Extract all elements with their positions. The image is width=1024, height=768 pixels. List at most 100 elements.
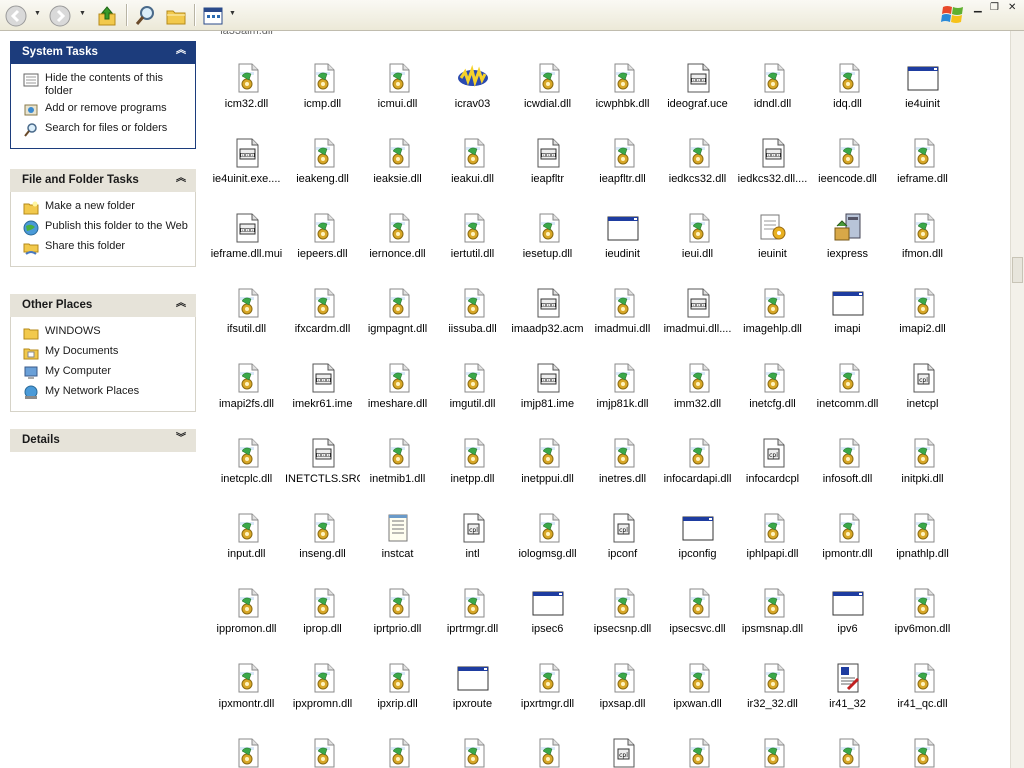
file-item[interactable]: ipsmsnap.dll — [735, 587, 810, 635]
file-item[interactable]: ⊡⊡⊡ iedkcs32.dll.... — [735, 137, 810, 185]
file-item-partial[interactable]: ia33aim.dll — [209, 31, 284, 37]
file-item[interactable]: ⊡⊡⊡ ieapfltr — [510, 137, 585, 185]
forward-button[interactable] — [47, 3, 73, 28]
file-item[interactable]: ifmon.dll — [885, 212, 960, 260]
file-item[interactable]: ⊡⊡⊡ ie4uinit.exe.... — [209, 137, 284, 185]
scrollbar-thumb[interactable] — [1012, 257, 1023, 283]
file-item[interactable]: imjp81k.dll — [585, 362, 660, 410]
file-item[interactable]: ifxcardm.dll — [285, 287, 360, 335]
file-item[interactable] — [360, 737, 435, 768]
file-item[interactable]: iologmsg.dll — [510, 512, 585, 560]
folders-button[interactable] — [163, 3, 189, 28]
file-item[interactable]: iprop.dll — [285, 587, 360, 635]
file-item[interactable]: cpl intl — [435, 512, 510, 560]
file-item[interactable]: cpl — [585, 737, 660, 768]
file-item[interactable]: ipsecsvc.dll — [660, 587, 735, 635]
file-item[interactable]: ieaksie.dll — [360, 137, 435, 185]
file-item[interactable]: ipv6 — [810, 587, 885, 635]
file-item[interactable]: ieui.dll — [660, 212, 735, 260]
place-my-network-places[interactable]: My Network Places — [11, 383, 195, 403]
file-item[interactable]: ieencode.dll — [810, 137, 885, 185]
file-item[interactable]: ⊡⊡⊡ imjp81.ime — [510, 362, 585, 410]
restore-button[interactable]: ❐ — [990, 2, 999, 16]
file-item[interactable]: ir41_32 — [810, 662, 885, 710]
views-dropdown-icon[interactable]: ▼ — [229, 10, 236, 17]
task-add-remove-programs[interactable]: Add or remove programs — [11, 100, 195, 120]
file-item[interactable]: cpl ipconf — [585, 512, 660, 560]
file-item[interactable]: ⊡⊡⊡ imaadp32.acm — [510, 287, 585, 335]
file-item[interactable]: inetmib1.dll — [360, 437, 435, 485]
file-item[interactable]: igmpagnt.dll — [360, 287, 435, 335]
minimize-button[interactable]: ▁ — [974, 2, 982, 16]
file-item[interactable]: ⊡⊡⊡ imadmui.dll.... — [660, 287, 735, 335]
file-item[interactable]: input.dll — [209, 512, 284, 560]
file-item[interactable]: ipxpromn.dll — [285, 662, 360, 710]
file-item[interactable] — [810, 737, 885, 768]
file-item[interactable]: ipxrip.dll — [360, 662, 435, 710]
place-my-documents[interactable]: My Documents — [11, 343, 195, 363]
file-item[interactable]: ipconfig — [660, 512, 735, 560]
file-item[interactable] — [735, 737, 810, 768]
file-item[interactable] — [435, 737, 510, 768]
file-item[interactable]: idq.dll — [810, 62, 885, 110]
other-places-header[interactable]: Other Places ︽ — [10, 294, 196, 317]
file-item[interactable]: ieframe.dll — [885, 137, 960, 185]
file-item[interactable] — [660, 737, 735, 768]
file-folder-tasks-header[interactable]: File and Folder Tasks ︽ — [10, 169, 196, 192]
file-item[interactable]: iprtprio.dll — [360, 587, 435, 635]
task-make-new-folder[interactable]: Make a new folder — [11, 198, 195, 218]
file-item[interactable]: ipsec6 — [510, 587, 585, 635]
file-item[interactable]: ⊡⊡⊡ ieframe.dll.mui — [209, 212, 284, 260]
file-item[interactable]: inetcfg.dll — [735, 362, 810, 410]
file-item[interactable]: icrav03 — [435, 62, 510, 110]
file-item[interactable]: infocardapi.dll — [660, 437, 735, 485]
expand-chevron-icon[interactable]: ︾ — [174, 433, 188, 447]
task-search-files[interactable]: Search for files or folders — [11, 120, 195, 140]
vertical-scrollbar[interactable] — [1010, 31, 1024, 768]
file-item[interactable]: initpki.dll — [885, 437, 960, 485]
file-item[interactable]: ipxroute — [435, 662, 510, 710]
file-item[interactable]: iedkcs32.dll — [660, 137, 735, 185]
file-item[interactable]: ie4uinit — [885, 62, 960, 110]
details-header[interactable]: Details ︾ — [10, 429, 196, 452]
place-windows[interactable]: WINDOWS — [11, 323, 195, 343]
file-item[interactable]: iissuba.dll — [435, 287, 510, 335]
file-item[interactable]: icwdial.dll — [510, 62, 585, 110]
task-hide-contents[interactable]: Hide the contents of this folder — [11, 70, 195, 100]
file-item[interactable]: icm32.dll — [209, 62, 284, 110]
file-item[interactable] — [209, 737, 284, 768]
collapse-chevron-icon[interactable]: ︽ — [174, 298, 188, 312]
file-item[interactable]: inetcplc.dll — [209, 437, 284, 485]
system-tasks-header[interactable]: System Tasks ︽ — [10, 41, 196, 64]
file-item[interactable]: ir32_32.dll — [735, 662, 810, 710]
file-item[interactable]: ieapfltr.dll — [585, 137, 660, 185]
file-item[interactable]: iertutil.dll — [435, 212, 510, 260]
task-share-folder[interactable]: Share this folder — [11, 238, 195, 258]
forward-dropdown-icon[interactable]: ▼ — [79, 10, 86, 17]
file-item[interactable]: ipmontr.dll — [810, 512, 885, 560]
file-item[interactable]: inetcomm.dll — [810, 362, 885, 410]
file-item[interactable]: iexpress — [810, 212, 885, 260]
file-item[interactable]: iphlpapi.dll — [735, 512, 810, 560]
file-item[interactable]: ieudinit — [585, 212, 660, 260]
collapse-chevron-icon[interactable]: ︽ — [174, 173, 188, 187]
search-button[interactable] — [132, 3, 158, 28]
file-item[interactable]: ipxmontr.dll — [209, 662, 284, 710]
file-item[interactable]: imapi2.dll — [885, 287, 960, 335]
file-item[interactable]: ipv6mon.dll — [885, 587, 960, 635]
back-button[interactable] — [3, 3, 29, 28]
place-my-computer[interactable]: My Computer — [11, 363, 195, 383]
file-item[interactable]: ipxrtmgr.dll — [510, 662, 585, 710]
file-item[interactable]: infosoft.dll — [810, 437, 885, 485]
file-item[interactable]: iepeers.dll — [285, 212, 360, 260]
file-item[interactable]: ⊡⊡⊡ imekr61.ime — [285, 362, 360, 410]
file-item[interactable]: ⊡⊡⊡ ideograf.uce — [660, 62, 735, 110]
file-item[interactable]: instcat — [360, 512, 435, 560]
up-button[interactable] — [94, 3, 120, 28]
task-publish-to-web[interactable]: Publish this folder to the Web — [11, 218, 195, 238]
file-item[interactable]: icmui.dll — [360, 62, 435, 110]
file-item[interactable]: ipnathlp.dll — [885, 512, 960, 560]
file-item[interactable]: cpl infocardcpl — [735, 437, 810, 485]
file-item[interactable]: inetpp.dll — [435, 437, 510, 485]
collapse-chevron-icon[interactable]: ︽ — [174, 45, 188, 59]
